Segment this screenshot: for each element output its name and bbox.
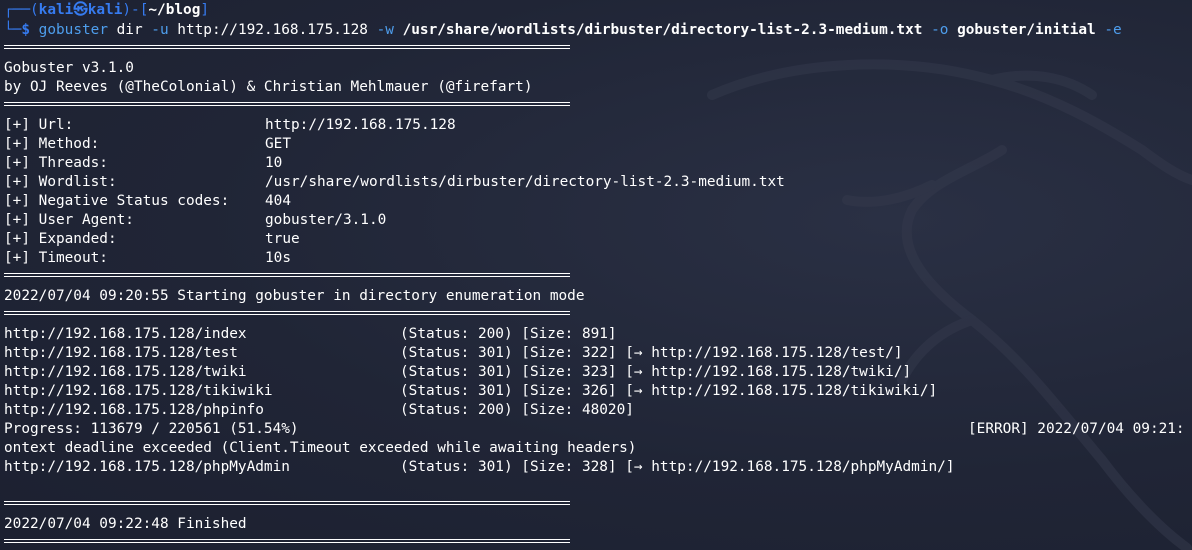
config-key: [+] Negative Status codes: [4, 193, 230, 209]
result-row: http://192.168.175.128/index (Status: 200… [4, 325, 617, 344]
prompt-path: ~/blog [148, 2, 201, 18]
result-row: http://192.168.175.128/twiki (Status: 301… [4, 363, 911, 382]
command-wordlist: /usr/share/wordlists/dirbuster/directory… [393, 22, 923, 38]
command-flag-w: -w [367, 22, 394, 38]
config-key: [+] User Agent: [4, 212, 134, 228]
config-value: gobuster/3.1.0 [265, 212, 387, 228]
result-info: (Status: 200) [Size: 48020] [400, 402, 634, 418]
config-row: [+] Negative Status codes: 404 [4, 192, 291, 211]
result-row: http://192.168.175.128/phpinfo (Status: 2… [4, 401, 634, 420]
prompt-corner: ┌──( [4, 2, 39, 18]
command-flag-u: -u [142, 22, 169, 38]
prompt-user: kali [38, 2, 74, 18]
config-key: [+] Timeout: [4, 250, 108, 266]
config-value: 10s [265, 250, 291, 266]
config-key: [+] Wordlist: [4, 174, 117, 190]
command-line[interactable]: └─$ gobuster dir -u http://192.168.175.1… [4, 21, 1122, 40]
result-url: http://192.168.175.128/phpinfo [4, 402, 264, 418]
result-info: (Status: 301) [Size: 328] [→ http://192.… [400, 459, 955, 475]
result-row: http://192.168.175.128/test (Status: 301)… [4, 344, 903, 363]
config-value: http://192.168.175.128 [265, 117, 456, 133]
config-row: [+] Timeout: 10s [4, 249, 291, 268]
prompt-separator: )-[ [122, 2, 149, 18]
separator-line [4, 501, 570, 505]
separator-line [4, 45, 570, 49]
command-outfile: gobuster/initial [948, 22, 1096, 38]
result-row: http://192.168.175.128/phpMyAdmin (Status… [4, 458, 955, 477]
prompt-dollar: $ [21, 22, 30, 38]
result-url: http://192.168.175.128/test [4, 345, 238, 361]
config-value: true [265, 231, 300, 247]
config-row: [+] Wordlist: /usr/share/wordlists/dirbus… [4, 173, 785, 192]
result-row: http://192.168.175.128/tikiwiki (Status: … [4, 382, 937, 401]
config-row: [+] Method: GET [4, 135, 291, 154]
config-row: [+] Expanded: true [4, 230, 300, 249]
config-value: 404 [265, 193, 291, 209]
result-url: http://192.168.175.128/tikiwiki [4, 383, 273, 399]
command-flag-o: -o [922, 22, 949, 38]
finished-message: 2022/07/04 09:22:48 Finished [4, 516, 247, 532]
banner-version: Gobuster v3.1.0 [4, 60, 134, 76]
config-row: [+] User Agent: gobuster/3.1.0 [4, 211, 386, 230]
config-row: [+] Url: http://192.168.175.128 [4, 116, 456, 135]
command-name: gobuster [38, 22, 108, 38]
prompt-corner-bottom: └─ [4, 22, 22, 38]
config-row: [+] Threads: 10 [4, 154, 282, 173]
prompt-line-1: ┌──(kali㉿kali)-[~/blog] [4, 1, 209, 20]
progress-line: Progress: 113679 / 220561 (51.54%) [4, 421, 299, 437]
separator-line [4, 102, 570, 106]
config-key: [+] Threads: [4, 155, 108, 171]
result-info: (Status: 200) [Size: 891] [400, 326, 617, 342]
result-info: (Status: 301) [Size: 322] [→ http://192.… [400, 345, 903, 361]
result-url: http://192.168.175.128/index [4, 326, 247, 342]
prompt-host: kali [87, 2, 123, 18]
result-info: (Status: 301) [Size: 323] [→ http://192.… [400, 364, 912, 380]
error-message: [ERROR] 2022/07/04 09:21: [968, 421, 1185, 437]
separator-line [4, 311, 570, 315]
config-key: [+] Expanded: [4, 231, 117, 247]
result-url: http://192.168.175.128/phpMyAdmin [4, 459, 290, 475]
prompt-bracket: ] [200, 2, 210, 18]
command-url: http://192.168.175.128 [168, 22, 368, 38]
command-arg-dir: dir [107, 22, 143, 38]
command-flag-e: -e [1095, 22, 1122, 38]
config-value: 10 [265, 155, 283, 171]
separator-line [4, 539, 570, 543]
config-value: GET [265, 136, 291, 152]
prompt-at-symbol: ㉿ [73, 2, 88, 18]
terminal-window[interactable]: ┌──(kali㉿kali)-[~/blog] └─$ gobuster dir… [0, 0, 1192, 550]
separator-line [4, 273, 570, 277]
config-key: [+] Url: [4, 117, 74, 133]
result-url: http://192.168.175.128/twiki [4, 364, 247, 380]
error-continuation: ontext deadline exceeded (Client.Timeout… [4, 440, 637, 456]
result-info: (Status: 301) [Size: 326] [→ http://192.… [400, 383, 938, 399]
config-key: [+] Method: [4, 136, 100, 152]
config-value: /usr/share/wordlists/dirbuster/directory… [265, 174, 785, 190]
banner-authors: by OJ Reeves (@TheColonial) & Christian … [4, 79, 533, 95]
start-message: 2022/07/04 09:20:55 Starting gobuster in… [4, 288, 585, 304]
